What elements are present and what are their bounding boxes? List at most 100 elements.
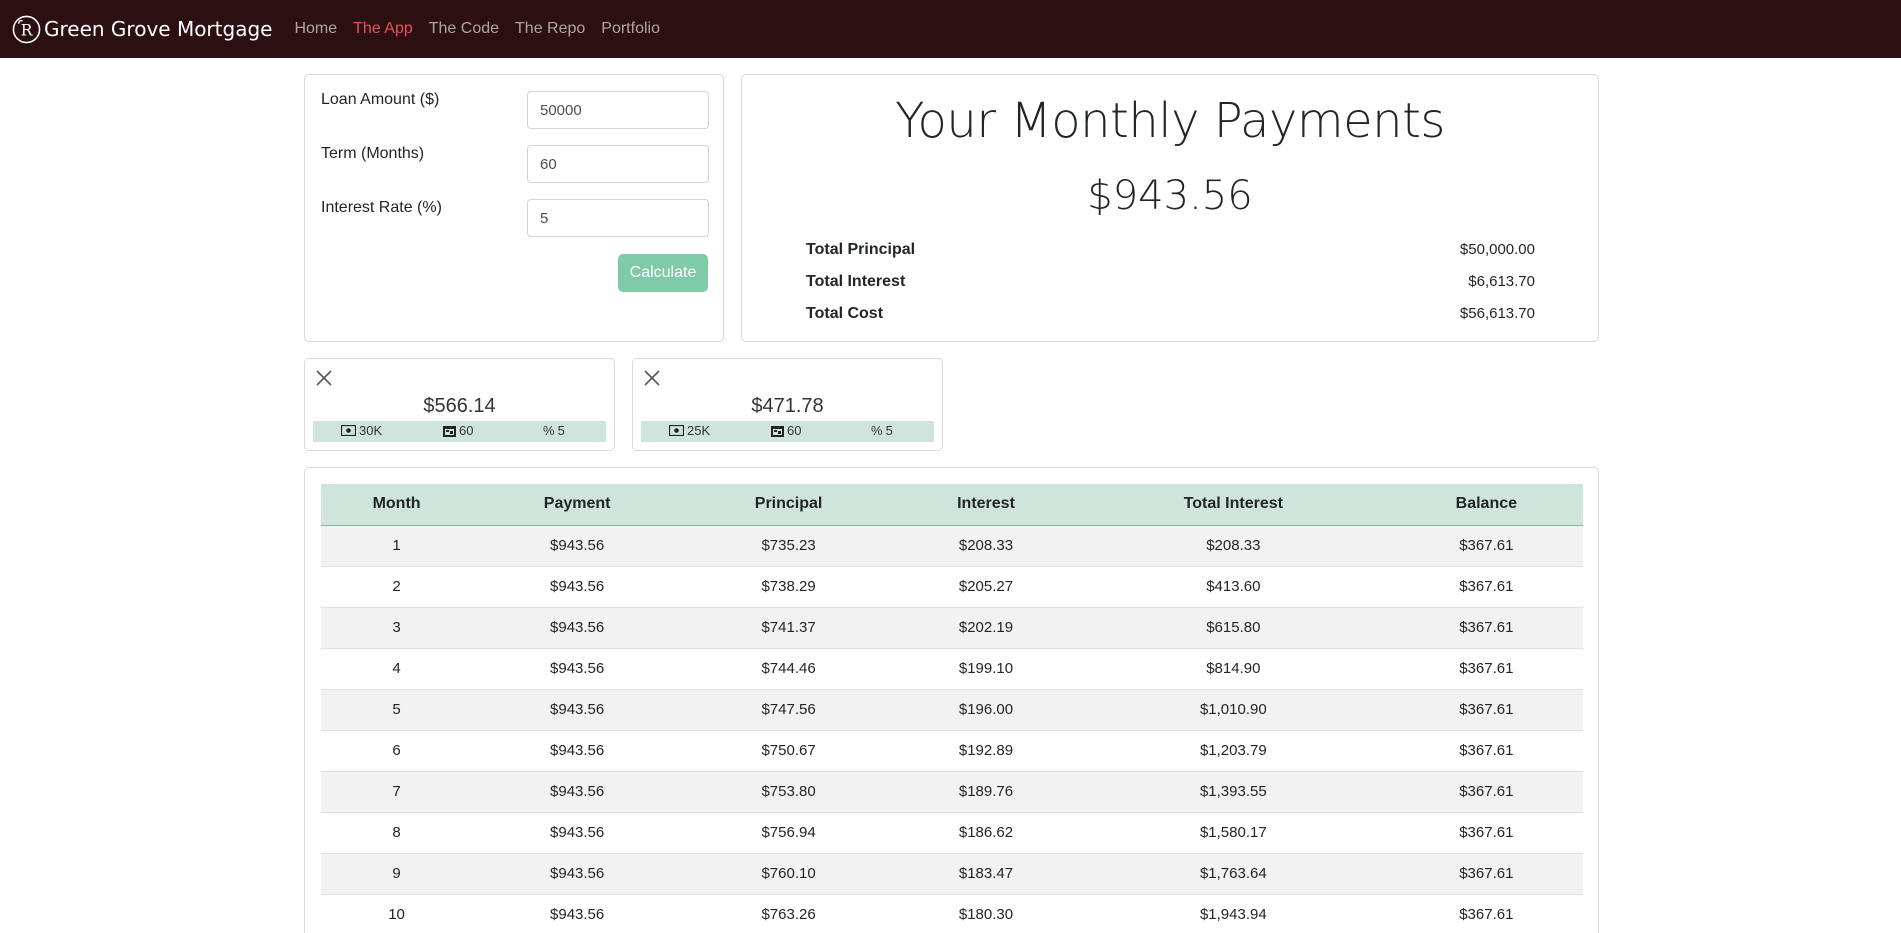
total-cost-row: Total Cost $56,613.70 [806,305,1535,329]
close-icon[interactable] [315,369,333,387]
saved-loan-item: 30K [341,423,382,438]
table-row: 10 $943.56 $763.26 $180.30 $1,943.94 $367.61 [321,894,1583,933]
saved-calculation-card[interactable]: $471.78 25K 60 % 5 [632,358,943,451]
header-interest: Interest [894,484,1077,526]
cell-payment: $943.56 [472,771,683,813]
cell-total-interest: $615.80 [1077,607,1390,649]
table-row: 2 $943.56 $738.29 $205.27 $413.60 $367.61 [321,566,1583,608]
cell-total-interest: $208.33 [1077,525,1390,567]
navbar: R Green Grove Mortgage Home The App The … [0,0,1901,58]
cell-balance: $367.61 [1389,812,1583,854]
saved-loan-value: 30K [359,423,383,438]
cell-principal: $738.29 [682,566,895,608]
cell-payment: $943.56 [472,689,683,731]
total-interest-value: $6,613.70 [1468,273,1535,290]
cell-month: 7 [321,771,473,813]
cell-month: 10 [321,894,473,933]
saved-details-strip: 25K 60 % 5 [641,421,934,442]
saved-calculation-card[interactable]: $566.14 30K 60 % 5 [304,358,615,451]
cell-interest: $199.10 [894,648,1077,690]
cell-balance: $367.61 [1389,853,1583,895]
cell-interest: $183.47 [894,853,1077,895]
cell-principal: $741.37 [682,607,895,649]
header-balance: Balance [1389,484,1583,526]
saved-term-value: 60 [787,423,802,438]
table-row: 8 $943.56 $756.94 $186.62 $1,580.17 $367.61 [321,812,1583,854]
cell-principal: $750.67 [682,730,895,772]
calculate-button[interactable]: Calculate [618,254,708,292]
loan-amount-input[interactable] [527,91,709,129]
table-row: 5 $943.56 $747.56 $196.00 $1,010.90 $367.61 [321,689,1583,731]
term-input[interactable] [527,145,709,183]
interest-rate-input[interactable] [527,199,709,237]
cell-balance: $367.61 [1389,607,1583,649]
interest-rate-label: Interest Rate (%) [321,199,442,216]
cell-balance: $367.61 [1389,648,1583,690]
cell-principal: $763.26 [682,894,895,933]
loan-amount-row: Loan Amount ($) [321,91,709,129]
cell-balance: $367.61 [1389,566,1583,608]
cell-principal: $760.10 [682,853,895,895]
cell-month: 6 [321,730,473,772]
cell-balance: $367.61 [1389,771,1583,813]
calendar-icon [771,425,784,437]
cell-principal: $744.46 [682,648,895,690]
cell-interest: $192.89 [894,730,1077,772]
nav-link-the-app[interactable]: The App [353,20,413,38]
cell-payment: $943.56 [472,648,683,690]
close-icon[interactable] [643,369,661,387]
term-row: Term (Months) [321,145,709,183]
saved-loan-value: 25K [687,423,711,438]
interest-rate-row: Interest Rate (%) [321,199,709,237]
cell-balance: $367.61 [1389,689,1583,731]
cell-balance: $367.61 [1389,730,1583,772]
table-header-row: Month Payment Principal Interest Total I… [321,484,1583,526]
cell-interest: $180.30 [894,894,1077,933]
cell-payment: $943.56 [472,853,683,895]
saved-rate-value: 5 [557,423,565,438]
total-principal-label: Total Principal [806,241,916,258]
nav-link-home[interactable]: Home [294,20,337,38]
results-card: Your Monthly Payments $943.56 Total Prin… [741,74,1599,342]
cell-total-interest: $1,580.17 [1077,812,1390,854]
cell-interest: $196.00 [894,689,1077,731]
saved-rate-item: % 5 [543,423,565,438]
saved-term-value: 60 [459,423,474,438]
cell-balance: $367.61 [1389,894,1583,933]
nav-link-the-repo[interactable]: The Repo [515,20,585,38]
cell-month: 9 [321,853,473,895]
table-body: 1 $943.56 $735.23 $208.33 $208.33 $367.61 2 $94… [321,525,1583,933]
header-payment: Payment [472,484,683,526]
total-interest-label: Total Interest [806,273,906,290]
cell-payment: $943.56 [472,607,683,649]
cell-payment: $943.56 [472,730,683,772]
table-row: 1 $943.56 $735.23 $208.33 $208.33 $367.61 [321,525,1583,567]
svg-text:R: R [21,21,33,39]
header-total-interest: Total Interest [1077,484,1390,526]
cell-month: 4 [321,648,473,690]
table-row: 7 $943.56 $753.80 $189.76 $1,393.55 $367.61 [321,771,1583,813]
cell-payment: $943.56 [472,812,683,854]
cell-month: 2 [321,566,473,608]
saved-details-strip: 30K 60 % 5 [313,421,606,442]
results-title: Your Monthly Payments [895,93,1445,149]
cell-total-interest: $1,763.64 [1077,853,1390,895]
table-row: 6 $943.56 $750.67 $192.89 $1,203.79 $367.61 [321,730,1583,772]
brand-link[interactable]: R Green Grove Mortgage [12,15,272,44]
cell-total-interest: $1,203.79 [1077,730,1390,772]
cell-total-interest: $1,943.94 [1077,894,1390,933]
total-principal-row: Total Principal $50,000.00 [806,241,1535,265]
cell-balance: $367.61 [1389,525,1583,567]
cell-payment: $943.56 [472,566,683,608]
term-label: Term (Months) [321,145,425,162]
percent-icon: % [543,423,555,438]
cell-total-interest: $1,393.55 [1077,771,1390,813]
calendar-icon [443,425,456,437]
cell-interest: $208.33 [894,525,1077,567]
saved-term-item: 60 [771,423,801,438]
nav-link-the-code[interactable]: The Code [429,20,499,38]
nav-links: Home The App The Code The Repo Portfolio [294,20,676,38]
total-cost-value: $56,613.70 [1459,305,1535,322]
cell-interest: $186.62 [894,812,1077,854]
nav-link-portfolio[interactable]: Portfolio [601,20,660,38]
